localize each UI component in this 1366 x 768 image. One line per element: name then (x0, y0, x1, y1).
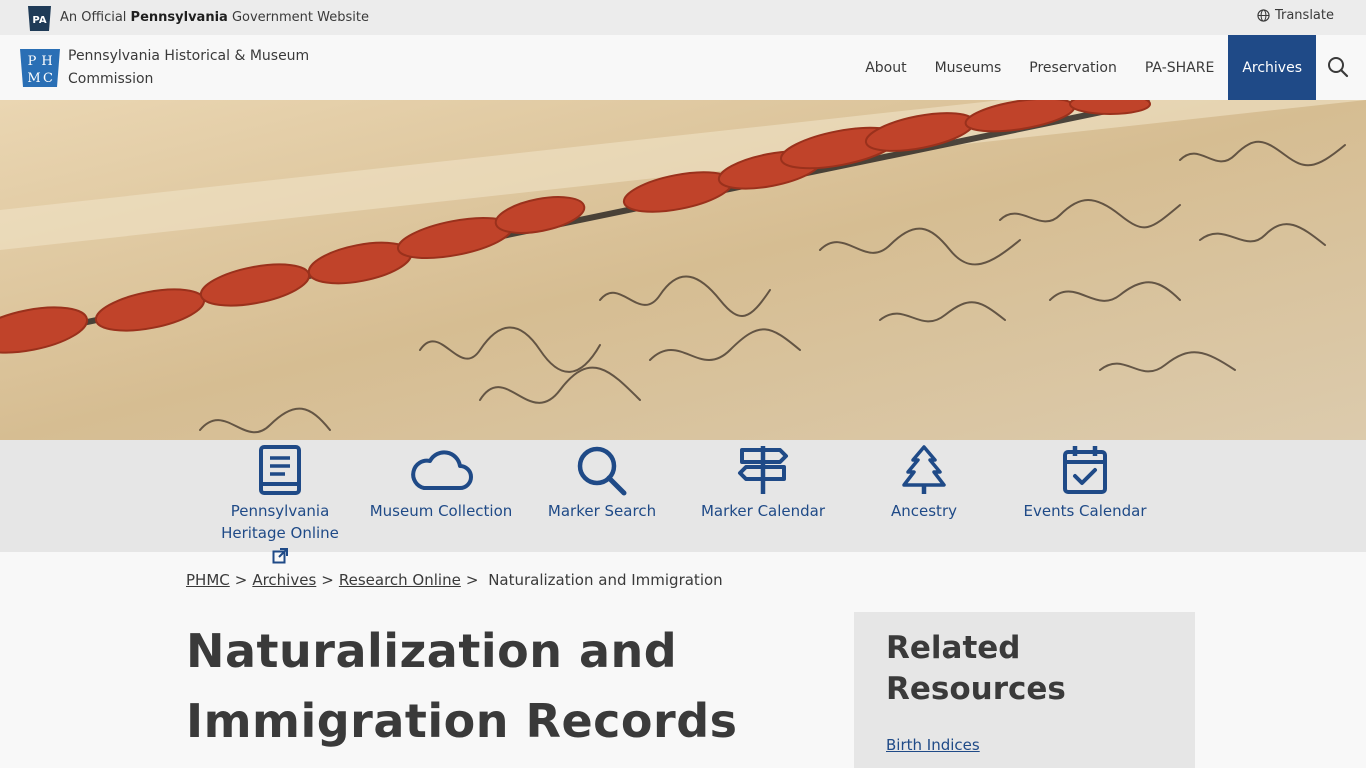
page-title: Naturalization and Immigration Records (186, 624, 738, 748)
document-seals-illustration (0, 100, 1366, 440)
main-navigation: About Museums Preservation PA-SHARE Arch… (851, 35, 1316, 100)
breadcrumb-link-research-online[interactable]: Research Online (339, 571, 461, 589)
svg-text:C: C (43, 71, 53, 86)
quick-link-marker-search[interactable]: Marker Search (522, 440, 682, 522)
svg-text:P: P (28, 54, 37, 69)
quick-link-events-calendar[interactable]: Events Calendar (1005, 440, 1165, 522)
external-link-icon (272, 548, 288, 564)
quick-link-label: Marker Calendar (700, 502, 826, 520)
nav-item-about[interactable]: About (851, 35, 920, 100)
quick-link-label: Marker Search (547, 502, 657, 520)
breadcrumb-link-archives[interactable]: Archives (252, 571, 316, 589)
nav-item-preservation[interactable]: Preservation (1015, 35, 1131, 100)
quick-link-marker-calendar[interactable]: Marker Calendar (683, 440, 843, 522)
breadcrumb: PHMC > Archives > Research Online > Naturaliz… (186, 571, 723, 589)
official-website-notice: An Official Pennsylvania Government Webs… (60, 10, 369, 25)
official-government-bar: PA An Official Pennsylvania Government W… (0, 0, 1366, 35)
nav-item-museums[interactable]: Museums (921, 35, 1016, 100)
related-resources-title: Related Resources (886, 630, 1066, 707)
site-header: P H M C Pennsylvania Historical & Museum… (0, 35, 1366, 100)
hero-image (0, 100, 1366, 440)
calendar-check-icon (1063, 446, 1107, 494)
search-icon[interactable] (1326, 55, 1350, 79)
nav-item-pa-share[interactable]: PA-SHARE (1131, 35, 1228, 100)
phmc-keystone-logo[interactable]: P H M C (20, 49, 60, 87)
cloud-icon (411, 450, 473, 490)
related-link-birth-indices[interactable]: Birth Indices (886, 736, 980, 754)
translate-button[interactable]: Translate (1257, 8, 1334, 23)
quick-link-pennsylvania-heritage-online[interactable]: Pennsylvania Heritage Online (200, 440, 360, 564)
related-resources-panel: Related Resources Birth Indices (854, 612, 1195, 768)
translate-label: Translate (1274, 8, 1334, 23)
breadcrumb-link-phmc[interactable]: PHMC (186, 571, 230, 589)
globe-icon (1257, 9, 1270, 22)
quick-links-bar: Pennsylvania Heritage Online Museum Coll… (0, 440, 1366, 564)
signpost-icon (738, 446, 788, 494)
quick-link-label: Events Calendar (1023, 502, 1147, 520)
breadcrumb-current: Naturalization and Immigration (488, 571, 723, 589)
pa-keystone-icon: PA (28, 6, 51, 31)
nav-item-archives[interactable]: Archives (1228, 35, 1316, 100)
quick-link-label: Ancestry (891, 502, 957, 520)
tree-icon (902, 445, 946, 494)
quick-link-label: Pennsylvania Heritage Online (221, 502, 339, 542)
site-name[interactable]: Pennsylvania Historical & Museum Commiss… (68, 45, 328, 91)
quick-link-label: Museum Collection (369, 502, 513, 520)
quick-link-ancestry[interactable]: Ancestry (844, 440, 1004, 522)
svg-text:H: H (41, 54, 52, 69)
svg-text:M: M (27, 71, 40, 86)
magnifier-icon (577, 446, 627, 496)
svg-text:PA: PA (32, 15, 46, 26)
quick-link-museum-collection[interactable]: Museum Collection (361, 440, 521, 522)
book-icon (259, 445, 301, 495)
